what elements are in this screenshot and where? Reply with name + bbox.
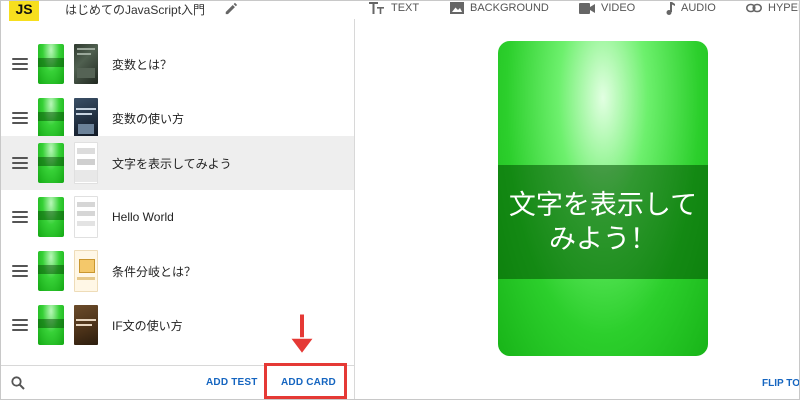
drag-handle-icon[interactable] (12, 265, 28, 277)
card-preview-text: 文字を表示して みよう！ (508, 190, 698, 254)
card-list-item-label: 条件分岐とは？ (112, 264, 197, 279)
card-list-item[interactable]: 条件分岐とは？ (1, 244, 354, 298)
image-icon (450, 2, 464, 14)
card-front-thumbnail (38, 143, 64, 183)
card-front-thumbnail (38, 197, 64, 237)
drag-handle-icon[interactable] (12, 319, 28, 331)
card-list-item-label: IF文の使い方 (112, 318, 183, 333)
card-list-item[interactable]: 変数とは？ (1, 37, 354, 91)
card-back-thumbnail (74, 250, 98, 292)
card-list-item-label: 変数の使い方 (112, 111, 185, 126)
card-front-thumbnail (38, 44, 64, 84)
card-list-item-label: 変数とは？ (112, 57, 173, 72)
videocam-icon (579, 2, 595, 14)
link-icon (746, 3, 762, 13)
top-bar: JS はじめてのJavaScript入門 TEXT BACKGROUND VID… (1, 1, 799, 21)
drag-handle-icon[interactable] (12, 157, 28, 169)
toolbar-video-button[interactable]: VIDEO (579, 1, 635, 15)
toolbar-text-button[interactable]: TEXT (369, 1, 419, 15)
card-front-thumbnail (38, 98, 64, 138)
pencil-icon[interactable] (223, 1, 239, 15)
deck-title: はじめてのJavaScript入門 (65, 3, 206, 17)
card-back-thumbnail (74, 44, 98, 84)
drag-handle-icon[interactable] (12, 211, 28, 223)
toolbar-background-button[interactable]: BACKGROUND (450, 1, 549, 15)
app-window: JS はじめてのJavaScript入門 TEXT BACKGROUND VID… (0, 0, 800, 400)
search-icon[interactable] (11, 376, 25, 390)
drag-handle-icon[interactable] (12, 112, 28, 124)
add-card-highlight (264, 363, 347, 399)
card-back-thumbnail (74, 305, 98, 345)
card-front-thumbnail (38, 251, 64, 291)
add-test-button[interactable]: ADD TEST (206, 377, 258, 388)
js-logo: JS (9, 1, 39, 21)
flip-to-button[interactable]: FLIP TO (762, 378, 799, 389)
text-format-icon (369, 2, 384, 14)
panel-divider (354, 19, 355, 399)
card-text-band: 文字を表示して みよう！ (498, 165, 708, 279)
card-back-thumbnail (74, 196, 98, 238)
arrow-down-icon (288, 313, 316, 356)
card-back-thumbnail (74, 142, 98, 184)
card-list-item[interactable]: Hello World (1, 190, 354, 244)
toolbar-audio-button[interactable]: AUDIO (665, 1, 716, 15)
toolbar-hyperlink-button[interactable]: HYPERL (746, 1, 799, 15)
card-list-item-label: Hello World (112, 210, 174, 224)
music-note-icon (666, 1, 675, 15)
drag-handle-icon[interactable] (12, 58, 28, 70)
card-list-item-selected[interactable]: 文字を表示してみよう (1, 136, 354, 190)
card-back-thumbnail (74, 98, 98, 138)
card-preview[interactable]: 文字を表示して みよう！ (498, 41, 708, 356)
card-front-thumbnail (38, 305, 64, 345)
card-list-item-label: 文字を表示してみよう (112, 156, 232, 171)
